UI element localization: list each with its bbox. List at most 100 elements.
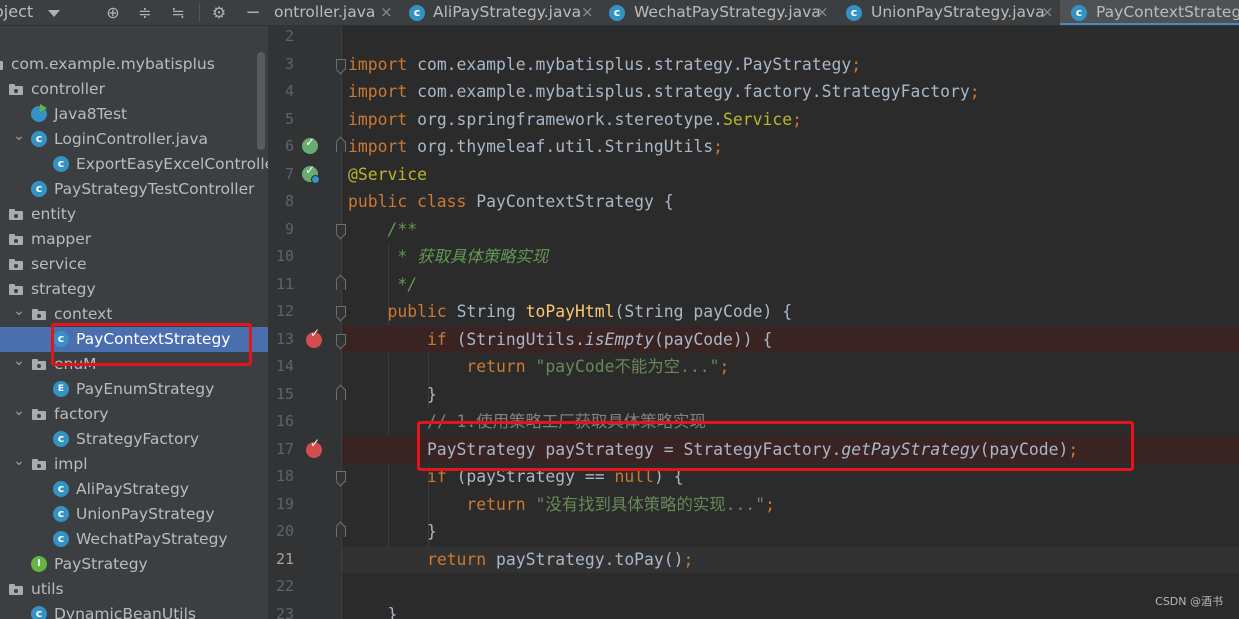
- line-number[interactable]: 20: [268, 518, 294, 546]
- line-number[interactable]: 10: [268, 243, 294, 271]
- gear-icon[interactable]: ⚙: [209, 3, 229, 23]
- tree-item-dynamicbeanutils[interactable]: DynamicBeanUtils: [0, 602, 268, 619]
- fold-marker-icon[interactable]: [335, 278, 346, 292]
- line-number[interactable]: 13: [268, 326, 294, 354]
- fold-marker-icon[interactable]: [335, 333, 346, 347]
- tab-alipaystrategy-java[interactable]: AliPayStrategy.java×: [399, 0, 600, 25]
- line-number[interactable]: 21: [268, 546, 294, 574]
- code-line[interactable]: return payStrategy.toPay();: [348, 546, 693, 574]
- code-line[interactable]: return "没有找到具体策略的实现...";: [348, 491, 775, 519]
- spring-bean-icon[interactable]: [302, 135, 318, 154]
- chevron-down-icon[interactable]: ⌄: [13, 127, 25, 152]
- close-icon[interactable]: ×: [1041, 0, 1054, 24]
- line-number[interactable]: 17: [268, 436, 294, 464]
- tree-scrollbar[interactable]: [257, 52, 265, 150]
- tree-item-paystrategytestcontroller[interactable]: PayStrategyTestController: [0, 177, 268, 202]
- tree-item-label: utils: [31, 580, 64, 598]
- tree-item-payenumstrategy[interactable]: PayEnumStrategy: [0, 377, 268, 402]
- code-line[interactable]: }: [348, 381, 437, 409]
- line-number[interactable]: 6: [268, 133, 294, 161]
- code-line[interactable]: /**: [348, 216, 417, 244]
- tree-item-utils[interactable]: utils: [0, 577, 268, 602]
- folder-icon: [31, 357, 47, 372]
- line-number[interactable]: 2: [268, 23, 294, 51]
- fold-marker-icon[interactable]: [335, 388, 346, 402]
- line-number[interactable]: 9: [268, 216, 294, 244]
- fold-marker-icon[interactable]: [335, 223, 346, 237]
- expand-all-icon[interactable]: ≑: [135, 3, 155, 23]
- line-number[interactable]: 5: [268, 106, 294, 134]
- fold-marker-icon[interactable]: [335, 141, 346, 154]
- breakpoint-icon[interactable]: [306, 326, 322, 348]
- tree-item-paystrategy[interactable]: PayStrategy: [0, 552, 268, 577]
- close-icon[interactable]: ×: [816, 0, 829, 24]
- tree-item-label: WechatPayStrategy: [76, 530, 228, 548]
- project-view-title[interactable]: oject: [0, 2, 33, 21]
- tab-unionpaystrategy-java[interactable]: UnionPayStrategy.java×: [836, 0, 1059, 25]
- line-number[interactable]: 7: [268, 161, 294, 189]
- code-line[interactable]: * 获取具体策略实现: [348, 243, 548, 271]
- code-line[interactable]: import org.springframework.stereotype.Se…: [348, 106, 802, 134]
- tree-item-java8test[interactable]: Java8Test: [0, 102, 268, 127]
- tree-item-mapper[interactable]: mapper: [0, 227, 268, 252]
- spring-bean-icon[interactable]: [302, 163, 320, 184]
- fold-marker-icon[interactable]: [335, 306, 346, 319]
- line-number[interactable]: 19: [268, 491, 294, 519]
- tree-item-factory[interactable]: ⌄ factory: [0, 402, 268, 427]
- line-number[interactable]: 15: [268, 381, 294, 409]
- tree-item-alipaystrategy[interactable]: AliPayStrategy: [0, 477, 268, 502]
- chevron-down-icon[interactable]: ⌄: [13, 452, 25, 477]
- tree-item-va[interactable]: va: [0, 27, 268, 52]
- chevron-down-icon[interactable]: ⌄: [13, 302, 25, 327]
- line-number[interactable]: 16: [268, 408, 294, 436]
- chevron-down-icon[interactable]: ⌄: [13, 352, 25, 377]
- line-number[interactable]: 22: [268, 573, 294, 601]
- code-token: ;: [713, 137, 723, 156]
- tree-item-impl[interactable]: ⌄ impl: [0, 452, 268, 477]
- close-icon[interactable]: ×: [581, 0, 594, 24]
- class-icon: [53, 506, 69, 522]
- line-number[interactable]: 23: [268, 601, 294, 619]
- tree-item-unionpaystrategy[interactable]: UnionPayStrategy: [0, 502, 268, 527]
- code-line[interactable]: import com.example.mybatisplus.strategy.…: [348, 78, 980, 106]
- hide-icon[interactable]: −: [243, 3, 263, 23]
- tree-item-controller[interactable]: controller: [0, 77, 268, 102]
- tree-item-wechatpaystrategy[interactable]: WechatPayStrategy: [0, 527, 268, 552]
- line-number[interactable]: 18: [268, 463, 294, 491]
- chevron-down-icon[interactable]: [48, 10, 60, 17]
- code-line[interactable]: public String toPayHtml(String payCode) …: [348, 298, 792, 326]
- code-line[interactable]: import org.thymeleaf.util.StringUtils;: [348, 133, 723, 161]
- code-line[interactable]: if (StringUtils.isEmpty(payCode)) {: [348, 326, 772, 354]
- code-line[interactable]: }: [348, 518, 437, 546]
- chevron-down-icon[interactable]: ⌄: [13, 402, 25, 427]
- line-number[interactable]: 3: [268, 51, 294, 79]
- breakpoint-icon[interactable]: [306, 436, 322, 458]
- tab-wechatpaystrategy-java[interactable]: WechatPayStrategy.java×: [601, 0, 835, 25]
- tree-item-strategyfactory[interactable]: StrategyFactory: [0, 427, 268, 452]
- tree-item-exporteasyexcelcontroller[interactable]: ExportEasyExcelController: [0, 152, 268, 177]
- tree-item-entity[interactable]: entity: [0, 202, 268, 227]
- code-line[interactable]: import com.example.mybatisplus.strategy.…: [348, 51, 861, 79]
- fold-marker-icon[interactable]: [335, 526, 346, 539]
- tree-item-strategy[interactable]: strategy: [0, 277, 268, 302]
- fold-marker-icon[interactable]: [335, 58, 346, 72]
- fold-marker-icon[interactable]: [335, 471, 346, 484]
- collapse-all-icon[interactable]: ≒: [168, 3, 188, 23]
- line-number[interactable]: 14: [268, 353, 294, 381]
- code-line[interactable]: */: [348, 271, 417, 299]
- tree-item-com-example-mybatisplus[interactable]: com.example.mybatisplus: [0, 52, 268, 77]
- code-line[interactable]: public class PayContextStrategy {: [348, 188, 674, 216]
- tree-item-service[interactable]: service: [0, 252, 268, 277]
- code-token: org.thymeleaf.util.StringUtils: [417, 137, 714, 156]
- code-line[interactable]: return "payCode不能为空...";: [348, 353, 729, 381]
- line-number[interactable]: 12: [268, 298, 294, 326]
- line-number[interactable]: 4: [268, 78, 294, 106]
- close-icon[interactable]: ×: [380, 0, 393, 24]
- code-line[interactable]: }: [348, 601, 397, 619]
- code-line[interactable]: @Service: [348, 161, 427, 189]
- tab-paycontextstrategy[interactable]: PayContextStrategy: [1060, 0, 1239, 25]
- tree-item-logincontroller-java[interactable]: ⌄ LoginController.java: [0, 127, 268, 152]
- line-number[interactable]: 11: [268, 271, 294, 299]
- locate-icon[interactable]: ⊕: [103, 3, 123, 23]
- line-number[interactable]: 8: [268, 188, 294, 216]
